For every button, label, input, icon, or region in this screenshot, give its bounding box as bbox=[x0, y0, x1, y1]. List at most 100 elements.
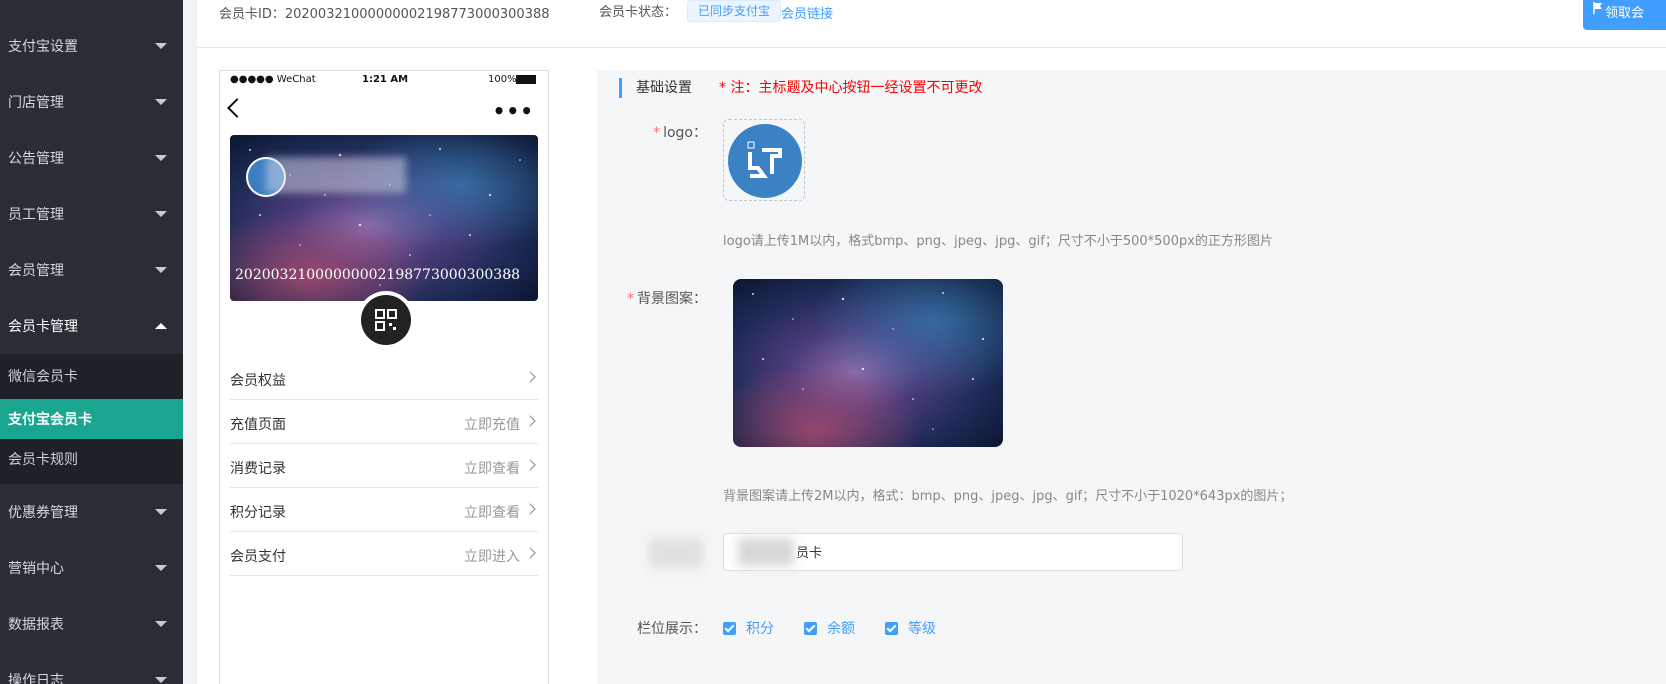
chevron-right-icon bbox=[524, 371, 536, 383]
sidebar-subitem-wechat-card[interactable]: 微信会员卡 bbox=[0, 356, 183, 396]
list-item[interactable]: 充值页面 立即充值 bbox=[230, 400, 538, 444]
section-title: 基础设置 bbox=[619, 78, 692, 98]
logo-upload[interactable] bbox=[723, 119, 805, 201]
required-mark: * bbox=[653, 125, 661, 141]
main-content: 会员卡ID：20200321000000002198773000300388 会… bbox=[197, 0, 1666, 684]
sidebar-item-logs[interactable]: 操作日志 bbox=[0, 652, 183, 684]
logo-image bbox=[728, 124, 802, 198]
galaxy-background-image bbox=[733, 279, 1003, 447]
checkbox-points[interactable]: 积分 bbox=[723, 618, 774, 638]
receive-card-button[interactable]: 领取会 bbox=[1583, 0, 1666, 30]
checkbox-label: 积分 bbox=[746, 621, 774, 637]
sidebar-submenu: 微信会员卡 支付宝会员卡 会员卡规则 bbox=[0, 354, 183, 484]
checkbox-level[interactable]: 等级 bbox=[885, 618, 936, 638]
chevron-right-icon bbox=[524, 503, 536, 515]
caret-down-icon bbox=[155, 43, 167, 49]
background-field-label: * 背景图案： bbox=[557, 288, 707, 308]
background-upload[interactable] bbox=[733, 279, 1003, 447]
columns-label-text: 栏位展示： bbox=[637, 621, 707, 637]
sidebar-item-staff[interactable]: 员工管理 bbox=[0, 186, 183, 242]
sidebar-item-label: 支付宝设置 bbox=[8, 39, 78, 55]
sidebar: 支付宝设置 门店管理 公告管理 员工管理 会员管理 会员卡管理 微信会员卡 支付… bbox=[0, 0, 183, 684]
menu-row-label: 消费记录 bbox=[230, 461, 286, 477]
phone-menu-list: 会员权益 充值页面 立即充值 消费记录 立即查看 积分记录 立即查看 会员支付 立即进入 bbox=[230, 356, 538, 576]
card-name-value: 员卡 bbox=[796, 546, 823, 561]
battery-text: 100% bbox=[488, 74, 517, 85]
list-item[interactable]: 消费记录 立即查看 bbox=[230, 444, 538, 488]
sidebar-subitem-card-rules[interactable]: 会员卡规则 bbox=[0, 439, 183, 479]
sidebar-item-label: 优惠券管理 bbox=[8, 505, 78, 521]
menu-row-action: 立即查看 bbox=[464, 505, 520, 521]
menu-row-label: 充值页面 bbox=[230, 417, 286, 433]
caret-up-icon bbox=[155, 323, 167, 329]
checkbox-label: 余额 bbox=[827, 621, 855, 637]
caret-down-icon bbox=[155, 211, 167, 217]
sidebar-item-member[interactable]: 会员管理 bbox=[0, 242, 183, 298]
checkbox-balance[interactable]: 余额 bbox=[804, 618, 855, 638]
sidebar-item-coupon[interactable]: 优惠券管理 bbox=[0, 484, 183, 540]
carrier-text: ●●●●● WeChat bbox=[230, 74, 316, 85]
checkbox-checked-icon bbox=[804, 621, 817, 635]
status-badge: 已同步支付宝 bbox=[687, 0, 782, 22]
sidebar-item-notice[interactable]: 公告管理 bbox=[0, 130, 183, 186]
sidebar-item-label: 门店管理 bbox=[8, 95, 64, 111]
sidebar-item-member-card[interactable]: 会员卡管理 bbox=[0, 298, 183, 354]
sidebar-item-store[interactable]: 门店管理 bbox=[0, 74, 183, 130]
sidebar-subitem-label: 支付宝会员卡 bbox=[8, 412, 92, 428]
sidebar-item-label: 操作日志 bbox=[8, 673, 64, 684]
back-arrow-icon[interactable] bbox=[227, 98, 247, 118]
menu-row-action: 立即进入 bbox=[464, 549, 520, 565]
list-item[interactable]: 积分记录 立即查看 bbox=[230, 488, 538, 532]
caret-down-icon bbox=[155, 155, 167, 161]
sidebar-subitem-label: 会员卡规则 bbox=[8, 452, 78, 468]
card-id-text: 会员卡ID：20200321000000002198773000300388 bbox=[219, 7, 550, 22]
phone-nav-row: ••• bbox=[220, 95, 548, 125]
qr-button-wrapper bbox=[357, 291, 415, 349]
sidebar-item-label: 员工管理 bbox=[8, 207, 64, 223]
card-status-label: 会员卡状态： bbox=[599, 5, 678, 20]
caret-down-icon bbox=[155, 677, 167, 683]
member-card-preview: 20200321000000002198773000300388 bbox=[230, 135, 538, 301]
battery-icon bbox=[516, 75, 536, 84]
card-name-input[interactable]: 员卡 bbox=[723, 533, 1183, 571]
caret-down-icon bbox=[155, 565, 167, 571]
flag-icon bbox=[1593, 2, 1602, 14]
name-label-redacted bbox=[649, 538, 703, 568]
caret-down-icon bbox=[155, 509, 167, 515]
caret-down-icon bbox=[155, 267, 167, 273]
sidebar-item-label: 数据报表 bbox=[8, 617, 64, 633]
caret-down-icon bbox=[155, 99, 167, 105]
more-icon[interactable]: ••• bbox=[493, 99, 534, 123]
columns-checkbox-group: 积分 余额 等级 bbox=[723, 618, 936, 638]
sidebar-item-reports[interactable]: 数据报表 bbox=[0, 596, 183, 652]
brand-logo-icon bbox=[747, 141, 782, 178]
list-item[interactable]: 会员权益 bbox=[230, 356, 538, 400]
required-mark: * bbox=[627, 291, 634, 307]
card-info-bar: 会员卡ID：20200321000000002198773000300388 会… bbox=[197, 0, 1666, 48]
sidebar-item-label: 公告管理 bbox=[8, 151, 64, 167]
menu-row-label: 积分记录 bbox=[230, 505, 286, 521]
qr-code-icon bbox=[375, 309, 397, 331]
background-label-text: 背景图案： bbox=[637, 291, 707, 307]
logo-hint: logo请上传1M以内，格式bmp、png、jpeg、jpg、gif；尺寸不小于… bbox=[723, 234, 1273, 249]
sidebar-item-alipay-settings[interactable]: 支付宝设置 bbox=[0, 18, 183, 74]
background-hint: 背景图案请上传2M以内，格式：bmp、png、jpeg、jpg、gif；尺寸不小… bbox=[723, 489, 1293, 504]
card-name-redacted bbox=[266, 157, 406, 193]
checkbox-checked-icon bbox=[885, 621, 898, 635]
columns-field-label: 栏位展示： bbox=[557, 618, 707, 638]
logo-label-text: logo： bbox=[663, 125, 707, 141]
chevron-right-icon bbox=[524, 547, 536, 559]
sidebar-subitem-alipay-card[interactable]: 支付宝会员卡 bbox=[0, 399, 183, 439]
member-link[interactable]: 会员链接 bbox=[781, 3, 833, 22]
list-item[interactable]: 会员支付 立即进入 bbox=[230, 532, 538, 576]
caret-down-icon bbox=[155, 621, 167, 627]
chevron-right-icon bbox=[524, 459, 536, 471]
qr-code-button[interactable] bbox=[361, 295, 411, 345]
section-warning-note: * 注：主标题及中心按钮一经设置不可更改 bbox=[719, 80, 983, 96]
sidebar-item-marketing[interactable]: 营销中心 bbox=[0, 540, 183, 596]
sidebar-item-label: 会员卡管理 bbox=[8, 319, 78, 335]
phone-preview: ●●●●● WeChat 1:21 AM 100% ••• 2020032100… bbox=[219, 70, 549, 684]
card-name-input-redacted bbox=[738, 538, 794, 566]
card-number: 20200321000000002198773000300388 bbox=[235, 267, 521, 283]
checkbox-label: 等级 bbox=[908, 621, 936, 637]
